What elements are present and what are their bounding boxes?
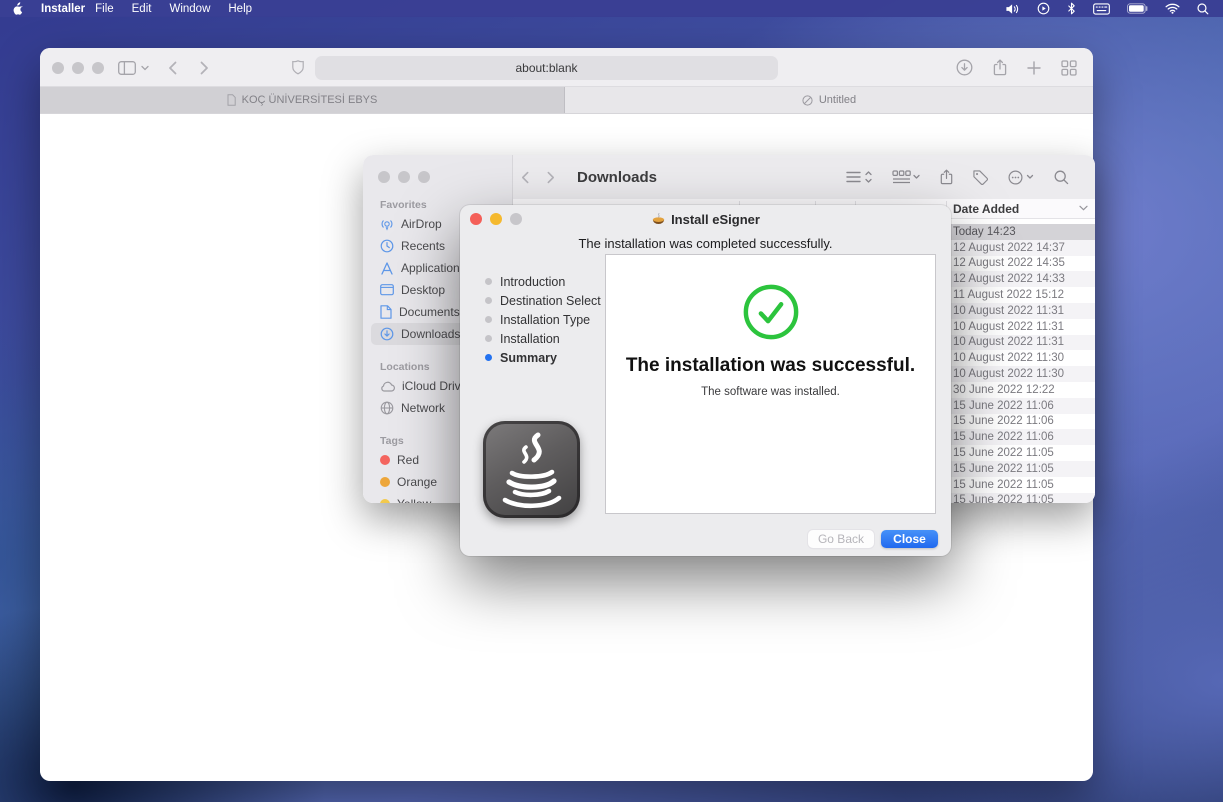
download-circle-icon xyxy=(380,327,394,341)
installer-content-pane: The installation was successful. The sof… xyxy=(605,254,936,514)
back-icon[interactable] xyxy=(168,61,177,75)
tab-untitled[interactable]: Untitled xyxy=(565,87,1093,113)
installer-window: Install eSigner The installation was com… xyxy=(460,205,951,556)
java-cup-icon xyxy=(483,421,580,518)
more-actions-icon[interactable] xyxy=(1008,170,1034,185)
tab-bar: KOÇ ÜNİVERSİTESİ EBYS Untitled xyxy=(40,87,1093,114)
step-installation: Installation xyxy=(485,329,601,348)
check-circle-icon xyxy=(742,283,800,341)
installer-window-title: Install eSigner xyxy=(671,212,760,227)
menu-item-help[interactable]: Help xyxy=(228,3,252,15)
installer-titlebar[interactable]: Install eSigner xyxy=(460,205,951,233)
menu-item-file[interactable]: File xyxy=(95,3,114,15)
chevron-down-icon[interactable] xyxy=(141,65,149,71)
installer-heading: The installation was completed successfu… xyxy=(460,236,951,251)
group-by-icon[interactable] xyxy=(892,170,920,184)
orange-tag-icon xyxy=(380,477,390,487)
volume-icon[interactable] xyxy=(1005,3,1020,15)
result-title: The installation was successful. xyxy=(606,355,935,377)
step-dot-icon xyxy=(485,354,492,361)
chevron-down-icon[interactable] xyxy=(1079,205,1088,211)
share-icon[interactable] xyxy=(993,59,1007,76)
close-button[interactable] xyxy=(470,213,482,225)
result-subtitle: The software was installed. xyxy=(606,386,935,398)
minimize-button[interactable] xyxy=(398,171,410,183)
step-introduction: Introduction xyxy=(485,272,601,291)
address-bar[interactable]: about:blank xyxy=(315,56,778,80)
go-back-button[interactable]: Go Back xyxy=(808,530,874,548)
downloads-icon[interactable] xyxy=(956,59,973,76)
tag-icon[interactable] xyxy=(973,170,988,185)
close-button[interactable] xyxy=(378,171,390,183)
apple-icon[interactable] xyxy=(12,2,24,16)
column-header-date-added[interactable]: Date Added xyxy=(953,202,1019,216)
close-button[interactable]: Close xyxy=(881,530,938,548)
document-icon xyxy=(380,305,392,319)
spotlight-icon[interactable] xyxy=(1197,3,1209,15)
input-source-icon[interactable] xyxy=(1093,3,1110,15)
step-dot-icon xyxy=(485,278,492,285)
address-text: about:blank xyxy=(515,61,577,75)
menu-status-area xyxy=(1005,2,1209,15)
tab-label: Untitled xyxy=(819,94,856,106)
yellow-tag-icon xyxy=(380,499,390,503)
screen-mirroring-icon[interactable] xyxy=(1037,2,1050,15)
search-icon[interactable] xyxy=(1054,170,1069,185)
bluetooth-icon[interactable] xyxy=(1067,2,1076,15)
tab-label: KOÇ ÜNİVERSİTESİ EBYS xyxy=(242,94,378,106)
red-tag-icon xyxy=(380,455,390,465)
tab-overview-icon[interactable] xyxy=(1061,60,1077,76)
step-summary: Summary xyxy=(485,348,601,367)
finder-window-title: Downloads xyxy=(577,169,657,186)
forward-icon[interactable] xyxy=(200,61,209,75)
clock-icon xyxy=(380,239,394,253)
wifi-icon[interactable] xyxy=(1165,3,1180,14)
globe-icon xyxy=(380,401,394,415)
zoom-button[interactable] xyxy=(92,62,104,74)
airdrop-icon xyxy=(380,218,394,231)
menu-item-window[interactable]: Window xyxy=(169,3,210,15)
menu-bar: Installer File Edit Window Help xyxy=(0,0,1223,17)
forward-icon[interactable] xyxy=(547,171,555,184)
share-icon[interactable] xyxy=(940,169,953,185)
sidebar-toggle-icon[interactable] xyxy=(118,61,136,75)
installer-steps: Introduction Destination Select Installa… xyxy=(485,272,601,367)
zoom-button[interactable] xyxy=(510,213,522,225)
installer-app-icon xyxy=(651,212,666,226)
back-icon[interactable] xyxy=(521,171,529,184)
page-icon xyxy=(227,94,236,106)
step-dot-icon xyxy=(485,316,492,323)
blank-page-icon xyxy=(802,95,813,106)
step-dot-icon xyxy=(485,335,492,342)
zoom-button[interactable] xyxy=(418,171,430,183)
step-dot-icon xyxy=(485,297,492,304)
browser-toolbar[interactable]: about:blank xyxy=(40,48,1093,87)
tab-ebys[interactable]: KOÇ ÜNİVERSİTESİ EBYS xyxy=(40,87,565,113)
privacy-shield-icon[interactable] xyxy=(292,60,304,75)
minimize-button[interactable] xyxy=(72,62,84,74)
new-tab-icon[interactable] xyxy=(1027,61,1041,75)
desktop-icon xyxy=(380,284,394,296)
step-destination-select: Destination Select xyxy=(485,291,601,310)
battery-icon[interactable] xyxy=(1127,3,1148,14)
close-button[interactable] xyxy=(52,62,64,74)
applications-icon xyxy=(380,262,394,275)
minimize-button[interactable] xyxy=(490,213,502,225)
finder-toolbar[interactable]: Downloads xyxy=(513,155,1095,199)
step-installation-type: Installation Type xyxy=(485,310,601,329)
menu-app-name[interactable]: Installer xyxy=(41,3,85,15)
list-view-sort-icon[interactable] xyxy=(846,170,872,184)
menu-item-edit[interactable]: Edit xyxy=(132,3,152,15)
cloud-icon xyxy=(380,381,395,392)
